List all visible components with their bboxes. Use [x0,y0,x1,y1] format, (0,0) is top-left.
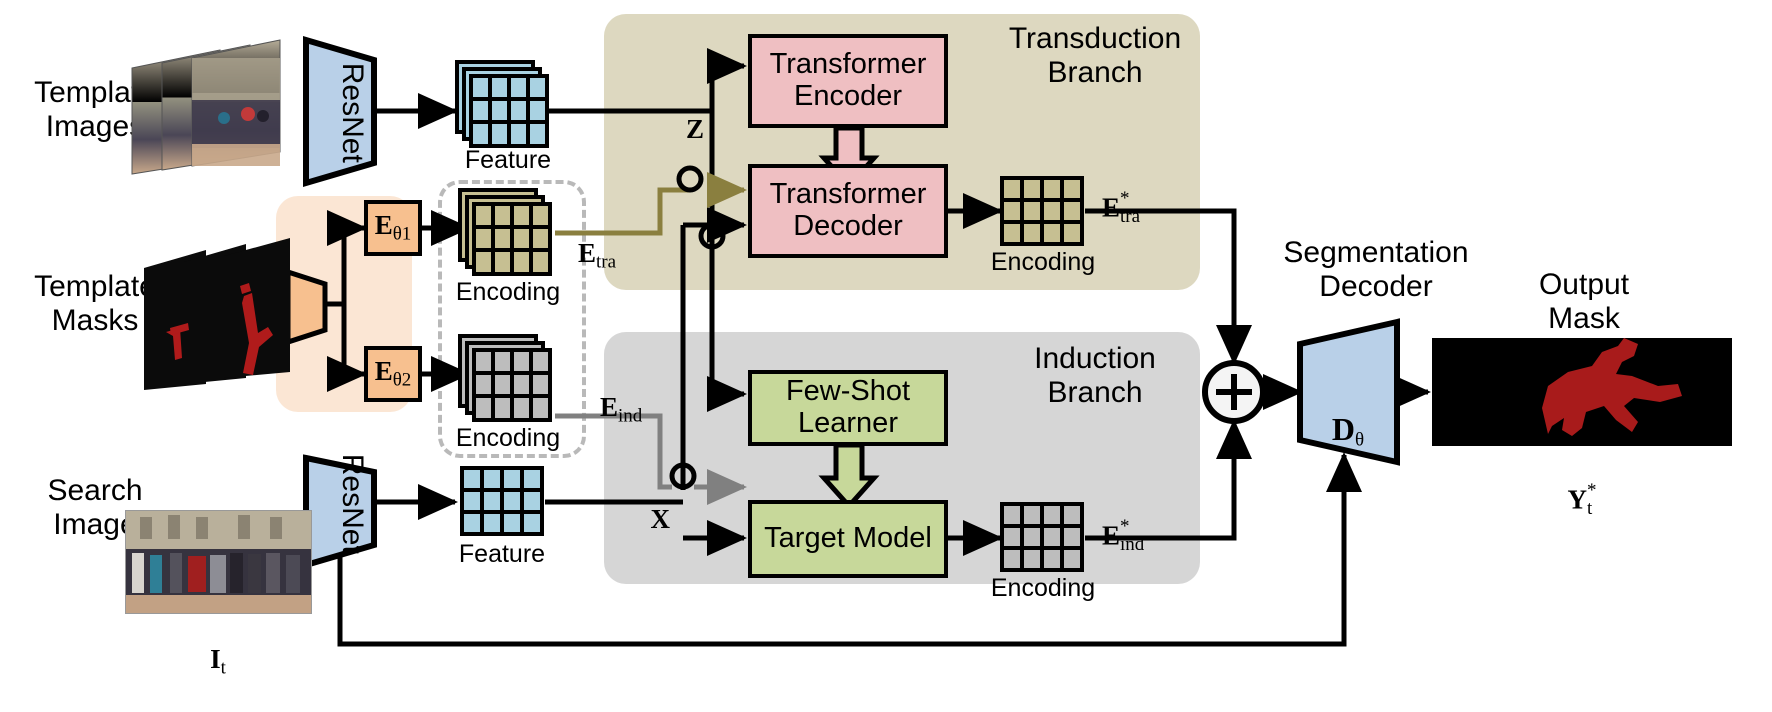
transduction-encoding-output-block [1000,176,1086,248]
signal-label-e-tra: Etra [578,238,617,273]
wire-hop-etra [676,165,704,193]
segmentation-decoder-symbol: Dθ [1331,410,1365,451]
mask-encoder-e-theta-2[interactable]: Eθ2 [364,346,422,402]
search-feature-caption: Feature [458,540,546,568]
induction-encoding-input-block [458,334,558,428]
template-masks-stack [140,224,300,390]
diagram-canvas: ResNet ResNet Eθ1 Eθ2 Transformer Encode… [0,0,1772,712]
template-feature-caption: Feature [464,146,552,174]
segmentation-decoder-label: Segmentation Decoder [1283,236,1469,303]
template-feature-block [455,60,555,154]
transduction-encoding-input-block [458,188,558,282]
induction-encoding-output-block [1000,502,1086,574]
e-theta-1-label: Eθ1 [374,210,412,245]
block-arrow-learner-to-target [818,442,880,510]
signal-label-z: Z [685,114,704,145]
signal-label-x: X [650,504,671,535]
resnet-top-label: ResNet [335,62,369,163]
transduction-encoding-input-caption: Encoding [455,278,561,306]
wire-masktrap-to-etheta2 [326,304,367,393]
induction-branch-label: Induction Branch [1034,342,1156,409]
search-image-thumbnail [125,510,312,614]
transduction-encoding-output-caption: Encoding [990,248,1096,276]
output-mask-symbol: Y * t [1567,480,1597,520]
signal-label-e-ind-star: E * ind [1102,516,1145,556]
transduction-branch-label: Transduction Branch [1008,22,1182,89]
template-images-stack [128,36,288,176]
output-mask-image [1432,338,1732,446]
search-image-symbol: It [210,644,226,679]
wire-etra-to-sum [1085,208,1252,365]
target-model-box[interactable]: Target Model [748,500,948,578]
transformer-encoder-box[interactable]: Transformer Encoder [748,34,948,128]
transformer-decoder-box[interactable]: Transformer Decoder [748,164,948,258]
induction-encoding-input-caption: Encoding [455,424,561,452]
induction-encoding-output-caption: Encoding [990,574,1096,602]
signal-label-e-tra-star: E * tra [1102,188,1141,228]
wire-masktrap-to-etheta1 [325,210,367,307]
e-theta-2-label: Eθ2 [374,356,412,391]
mask-encoder-e-theta-1[interactable]: Eθ1 [364,200,422,256]
resnet-bottom-label: ResNet [335,453,369,554]
few-shot-learner-box[interactable]: Few-Shot Learner [748,370,948,446]
search-feature-block [460,466,546,538]
wire-z-to-few-shot-learner [706,188,747,413]
wire-z-to-transformer-encoder [712,66,744,111]
signal-label-e-ind: Eind [600,392,643,427]
